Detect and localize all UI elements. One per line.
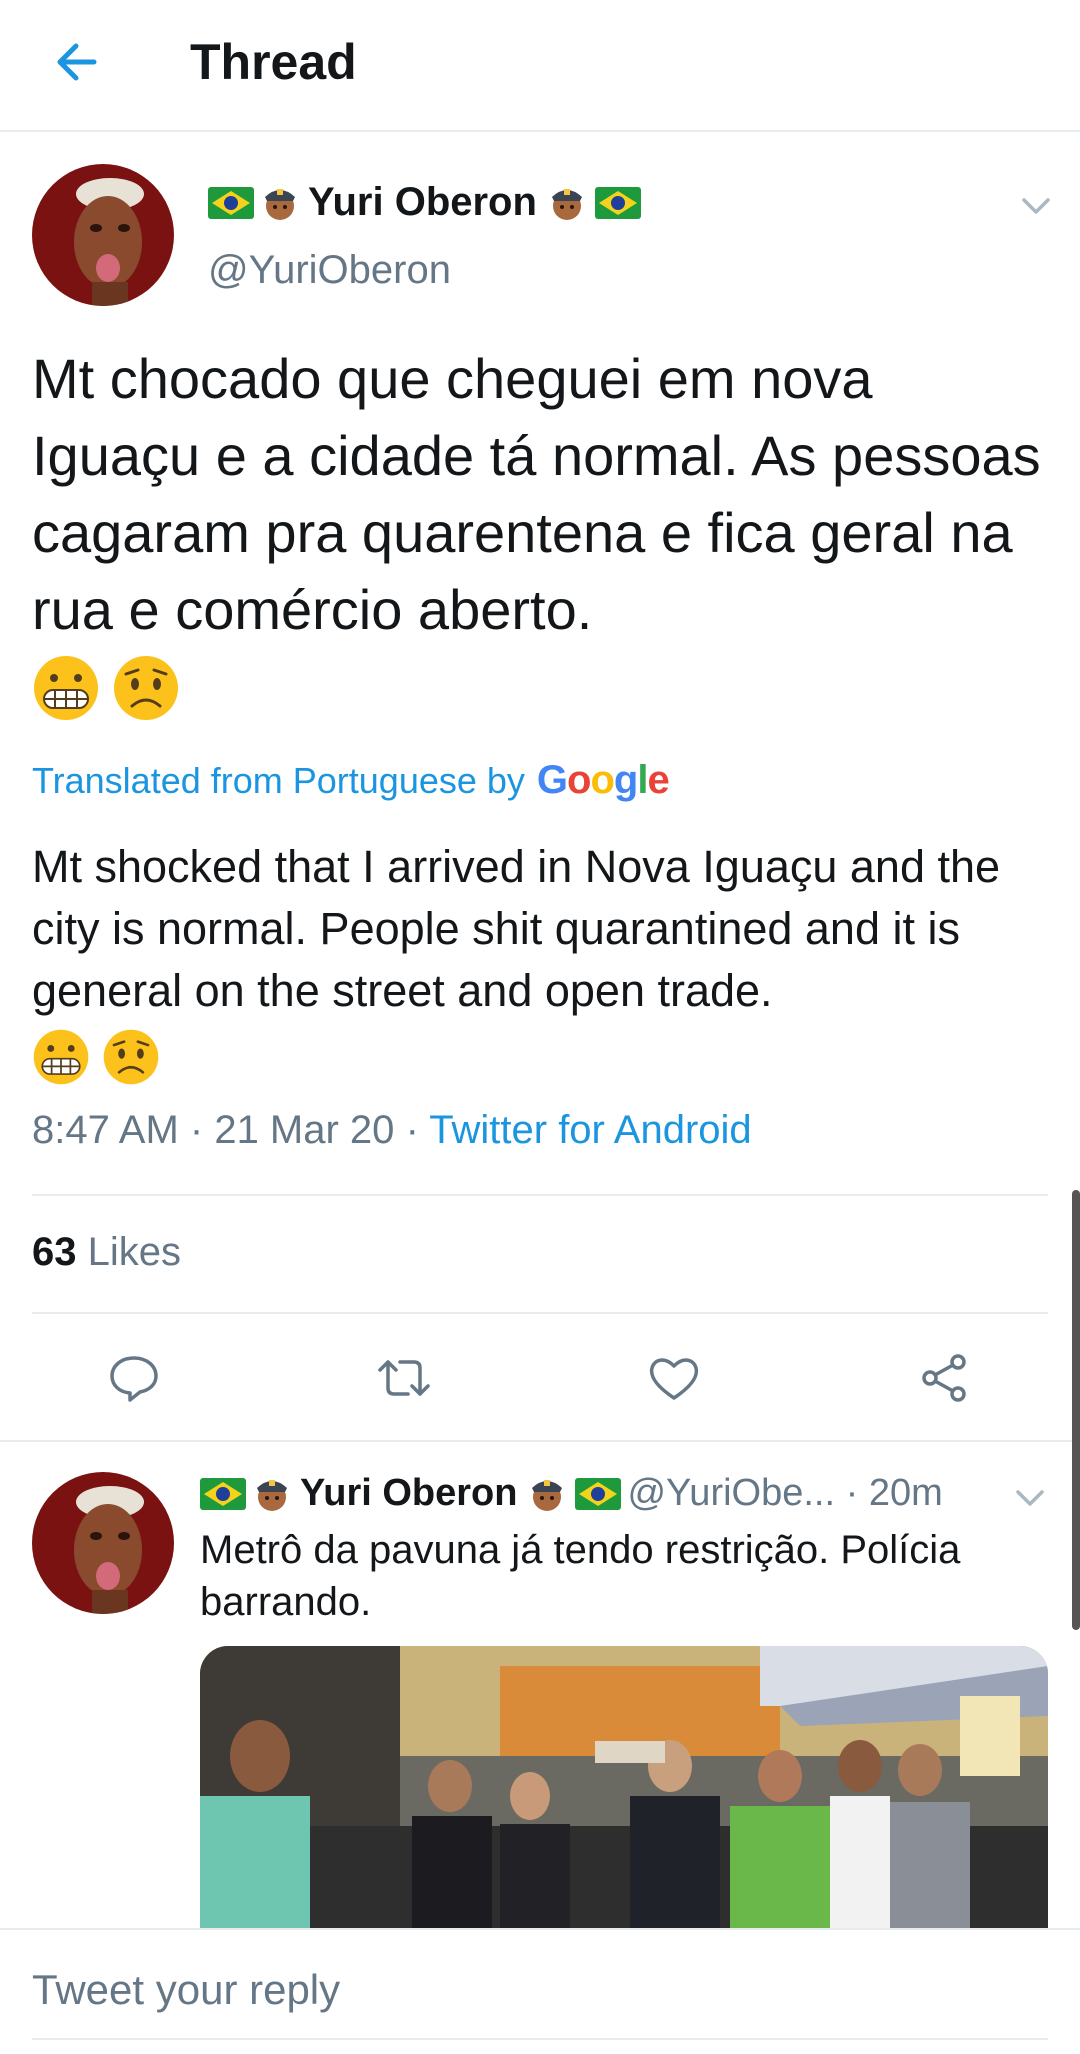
- chevron-down-icon[interactable]: [1010, 1478, 1050, 1518]
- police-officer-icon: [260, 183, 300, 223]
- retweet-button[interactable]: [372, 1346, 436, 1410]
- top-bar: Thread: [0, 0, 1080, 132]
- divider: [32, 1312, 1048, 1314]
- reply-handle: @YuriObe...: [627, 1472, 836, 1514]
- retweet-icon: [378, 1360, 430, 1396]
- back-button[interactable]: [44, 30, 108, 94]
- police-officer-icon: [547, 183, 587, 223]
- author-handle: @YuriOberon: [208, 248, 451, 292]
- chevron-down-icon[interactable]: [1016, 186, 1056, 226]
- author-name-row[interactable]: Yuri Oberon: [208, 180, 647, 225]
- police-officer-icon: [527, 1474, 567, 1514]
- scrollbar[interactable]: [1072, 1190, 1080, 1630]
- reply-display-name: Yuri Oberon: [300, 1472, 518, 1514]
- share-button[interactable]: [912, 1346, 976, 1410]
- reply-button[interactable]: [102, 1346, 166, 1410]
- reply-input[interactable]: Tweet your reply: [32, 1966, 340, 2014]
- grimacing-emoji-icon: [32, 1028, 90, 1086]
- brazil-flag-icon: [594, 186, 641, 219]
- reply-composer[interactable]: Tweet your reply: [0, 1928, 1080, 2054]
- tweet-time: 8:47 AM: [32, 1108, 179, 1152]
- tweet-text: Mt chocado que cheguei em nova Iguaçu e …: [32, 340, 1052, 722]
- reply-icon: [110, 1356, 158, 1402]
- page-title: Thread: [190, 34, 357, 90]
- divider: [0, 1440, 1080, 1442]
- tweet-meta: 8:47 AM · 21 Mar 20 · Twitter for Androi…: [32, 1108, 752, 1152]
- reply-author-row[interactable]: Yuri Oberon @YuriObe... · 20m: [200, 1472, 943, 1515]
- reply-age: 20m: [868, 1472, 943, 1514]
- grimacing-emoji-icon: [32, 654, 100, 722]
- divider: [32, 1194, 1048, 1196]
- author-display-name: Yuri Oberon: [308, 180, 537, 224]
- avatar[interactable]: [32, 1472, 174, 1614]
- like-button[interactable]: [642, 1346, 706, 1410]
- avatar[interactable]: [32, 164, 174, 306]
- separator-dot: ·: [835, 1472, 869, 1514]
- reply-photo[interactable]: [200, 1646, 1048, 1928]
- police-officer-icon: [252, 1474, 292, 1514]
- google-logo: Google: [536, 758, 670, 802]
- back-arrow-icon: [57, 43, 97, 81]
- translation-text: Mt shocked that I arrived in Nova Iguaçu…: [32, 836, 1052, 1086]
- share-icon: [922, 1354, 966, 1402]
- likes-count-link[interactable]: 63 Likes: [32, 1230, 181, 1275]
- translation-attribution[interactable]: Translated from Portuguese by Google: [32, 758, 670, 803]
- likes-label: Likes: [87, 1230, 182, 1274]
- likes-count: 63: [32, 1230, 77, 1274]
- like-icon: [649, 1358, 699, 1400]
- worried-emoji-icon: [112, 654, 180, 722]
- translated-label: Translated from Portuguese by: [32, 760, 525, 801]
- brazil-flag-icon: [208, 186, 254, 219]
- worried-emoji-icon: [102, 1028, 160, 1086]
- tweet-source-link[interactable]: Twitter for Android: [429, 1108, 751, 1152]
- brazil-flag-icon: [575, 1477, 622, 1510]
- brazil-flag-icon: [200, 1477, 246, 1510]
- reply-text: Metrô da pavuna já tendo restrição. Polí…: [200, 1528, 961, 1624]
- tweet-date: 21 Mar 20: [214, 1108, 395, 1152]
- reply-input-underline: [32, 2038, 1048, 2040]
